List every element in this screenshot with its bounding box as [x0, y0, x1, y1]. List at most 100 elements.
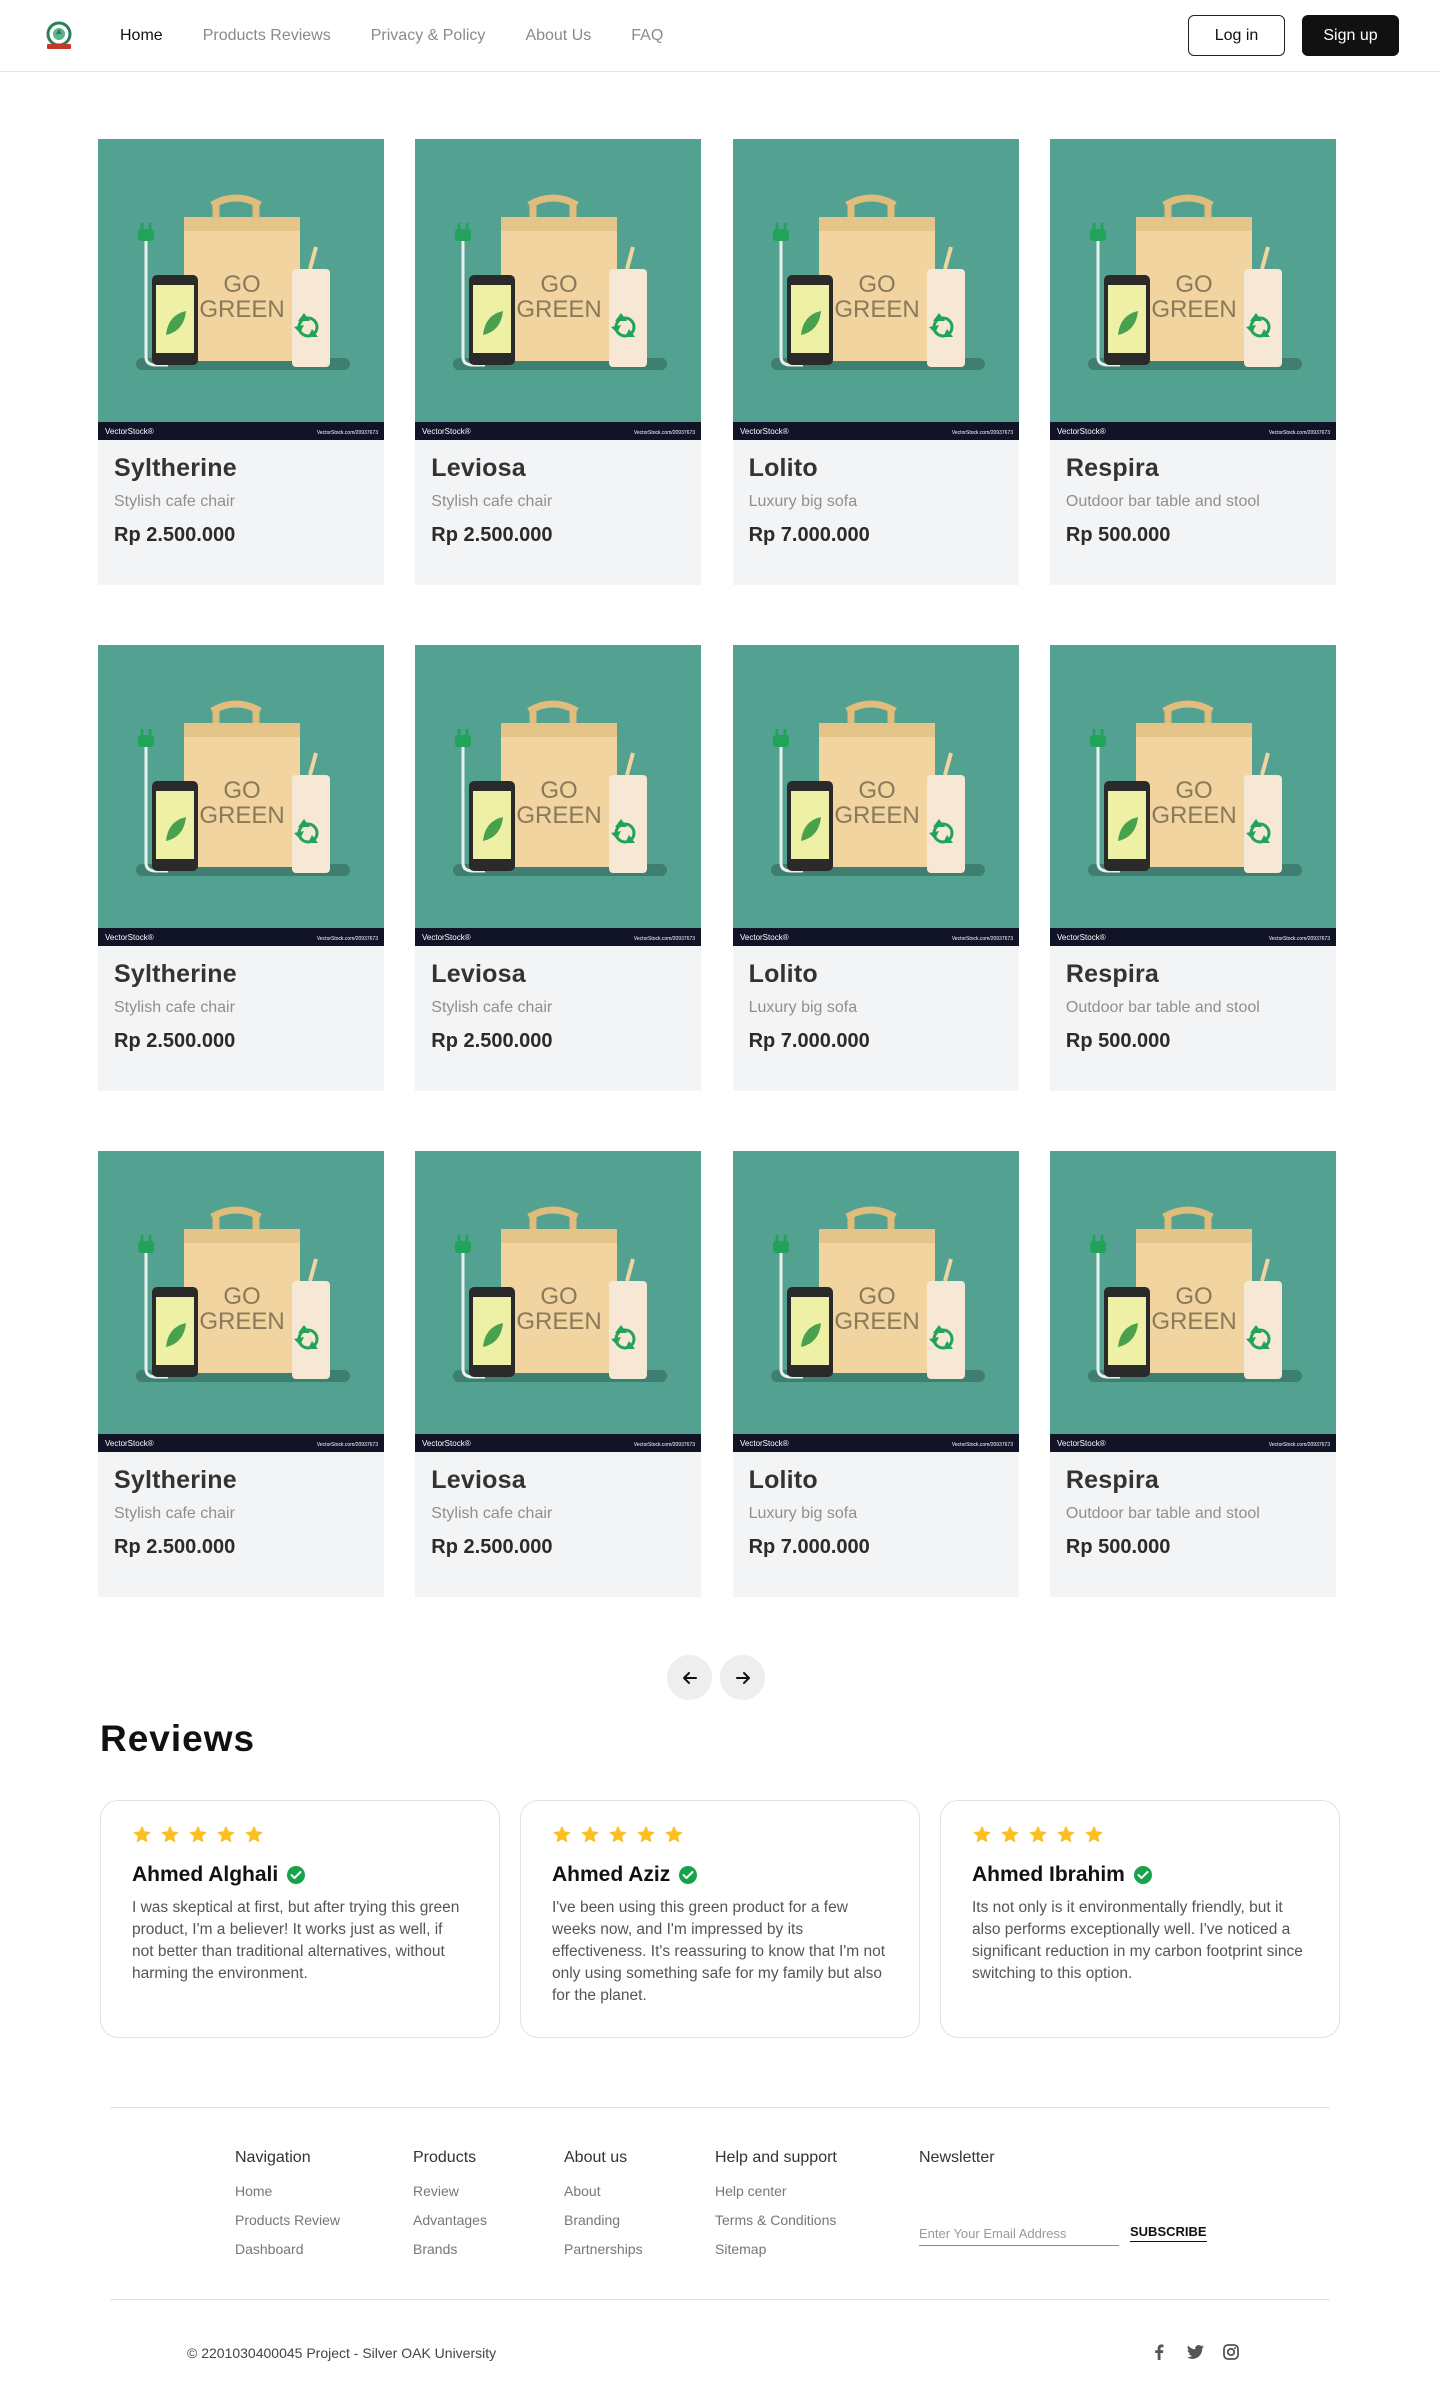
watermark-right: VectorStock.com/20937673: [634, 430, 695, 436]
arrow-left-icon: [682, 1671, 697, 1684]
footer-link-review[interactable]: Review: [413, 2177, 487, 2206]
product-price: Rp 2.500.000: [431, 524, 553, 546]
watermark-left: VectorStock®: [1057, 933, 1106, 942]
product-card[interactable]: GO GREEN VectorStock® VectorStock.com/20…: [415, 1151, 702, 1597]
go-text: GO: [1175, 271, 1212, 298]
star-icon: [188, 1825, 208, 1849]
green-text: GREEN: [1151, 296, 1236, 323]
review-text: Its not only is it environmentally frien…: [972, 1899, 1303, 1982]
star-icon: [1084, 1825, 1104, 1849]
footer-link-branding[interactable]: Branding: [564, 2206, 643, 2235]
green-text: GREEN: [199, 802, 284, 829]
footer-link-home[interactable]: Home: [235, 2177, 340, 2206]
footer-col-title: Navigation: [235, 2149, 311, 2166]
product-image: GO GREEN VectorStock® VectorStock.com/20…: [415, 139, 702, 440]
product-subtitle: Outdoor bar table and stool: [1065, 493, 1260, 510]
product-image: GO GREEN VectorStock® VectorStock.com/20…: [98, 645, 384, 946]
footer-link-help-center[interactable]: Help center: [715, 2177, 837, 2206]
social-links: [1150, 2343, 1240, 2361]
verified-icon: [287, 1866, 306, 1884]
product-info: Lolito Luxury big sofa Rp 7.000.000: [733, 946, 1019, 1053]
rating-stars: [552, 1825, 888, 1849]
product-name: Leviosa: [431, 1466, 526, 1494]
watermark-right: VectorStock.com/20937673: [317, 430, 378, 436]
star-icon: [244, 1825, 264, 1849]
footer-link-dashboard[interactable]: Dashboard: [235, 2235, 340, 2264]
product-card[interactable]: GO GREEN VectorStock® VectorStock.com/20…: [98, 645, 384, 1091]
logo-icon[interactable]: [42, 20, 76, 52]
footer-link-products-review[interactable]: Products Review: [235, 2206, 340, 2235]
product-info: Respira Outdoor bar table and stool Rp 5…: [1050, 1452, 1336, 1559]
product-card[interactable]: GO GREEN VectorStock® VectorStock.com/20…: [1049, 645, 1336, 1091]
product-price: Rp 7.000.000: [748, 524, 870, 546]
product-image: GO GREEN VectorStock® VectorStock.com/20…: [415, 645, 702, 946]
next-page-button[interactable]: [720, 1655, 765, 1700]
product-info: Respira Outdoor bar table and stool Rp 5…: [1050, 440, 1336, 547]
green-text: GREEN: [199, 1308, 284, 1335]
reviews-heading: Reviews: [100, 1718, 256, 1759]
product-card[interactable]: GO GREEN VectorStock® VectorStock.com/20…: [1049, 1151, 1336, 1597]
prev-page-button[interactable]: [667, 1655, 712, 1700]
star-icon: [608, 1825, 628, 1849]
product-card[interactable]: GO GREEN VectorStock® VectorStock.com/20…: [98, 139, 384, 585]
product-info: Leviosa Stylish cafe chair Rp 2.500.000: [415, 1452, 701, 1559]
subscribe-button[interactable]: SUBSCRIBE: [1130, 2224, 1207, 2242]
go-text: GO: [1175, 1283, 1212, 1310]
footer-col-title: Products: [413, 2149, 477, 2166]
green-text: GREEN: [1151, 802, 1236, 829]
arrow-right-icon: [735, 1671, 750, 1684]
instagram-icon[interactable]: [1222, 2343, 1240, 2361]
go-text: GO: [858, 271, 895, 298]
watermark-right: VectorStock.com/20937673: [951, 1442, 1012, 1448]
product-subtitle: Stylish cafe chair: [114, 1505, 235, 1522]
footer-col-products: Products Review Advantages Brands: [413, 2149, 487, 2264]
signup-button[interactable]: Sign up: [1302, 15, 1399, 56]
product-image: GO GREEN VectorStock® VectorStock.com/20…: [732, 1151, 1019, 1452]
product-card[interactable]: GO GREEN VectorStock® VectorStock.com/20…: [98, 1151, 384, 1597]
newsletter-email-input[interactable]: [919, 2222, 1119, 2246]
footer-link-sitemap[interactable]: Sitemap: [715, 2235, 837, 2264]
review-card: Ahmed Alghali I was skeptical at first, …: [100, 1800, 500, 2038]
footer-link-about[interactable]: About: [564, 2177, 643, 2206]
product-price: Rp 2.500.000: [431, 1536, 553, 1558]
go-text: GO: [541, 271, 578, 298]
login-button[interactable]: Log in: [1188, 15, 1285, 56]
nav-about-us[interactable]: About Us: [525, 27, 591, 45]
product-image: GO GREEN VectorStock® VectorStock.com/20…: [1049, 139, 1336, 440]
product-card[interactable]: GO GREEN VectorStock® VectorStock.com/20…: [415, 139, 702, 585]
product-image: GO GREEN VectorStock® VectorStock.com/20…: [732, 645, 1019, 946]
star-icon: [132, 1825, 152, 1849]
facebook-icon[interactable]: [1150, 2343, 1168, 2361]
product-name: Respira: [1065, 1466, 1160, 1494]
footer-link-advantages[interactable]: Advantages: [413, 2206, 487, 2235]
watermark-right: VectorStock.com/20937673: [951, 936, 1012, 942]
pagination: [667, 1655, 765, 1700]
reviewer-name: Ahmed Ibrahim: [972, 1863, 1125, 1886]
green-text: GREEN: [517, 1308, 602, 1335]
product-card[interactable]: GO GREEN VectorStock® VectorStock.com/20…: [732, 139, 1019, 585]
main-nav: Home Products Reviews Privacy & Policy A…: [120, 0, 663, 72]
product-card[interactable]: GO GREEN VectorStock® VectorStock.com/20…: [415, 645, 702, 1091]
green-text: GREEN: [834, 296, 919, 323]
product-info: Syltherine Stylish cafe chair Rp 2.500.0…: [98, 440, 384, 547]
watermark-left: VectorStock®: [740, 427, 789, 436]
star-icon: [580, 1825, 600, 1849]
footer-link-partnerships[interactable]: Partnerships: [564, 2235, 643, 2264]
footer-link-brands[interactable]: Brands: [413, 2235, 487, 2264]
nav-home[interactable]: Home: [120, 27, 163, 45]
watermark-left: VectorStock®: [740, 933, 789, 942]
twitter-icon[interactable]: [1186, 2343, 1204, 2361]
product-card[interactable]: GO GREEN VectorStock® VectorStock.com/20…: [732, 645, 1019, 1091]
product-price: Rp 7.000.000: [748, 1030, 870, 1052]
star-icon: [972, 1825, 992, 1849]
nav-products-reviews[interactable]: Products Reviews: [203, 27, 331, 45]
footer-link-terms[interactable]: Terms & Conditions: [715, 2206, 837, 2235]
product-card[interactable]: GO GREEN VectorStock® VectorStock.com/20…: [1049, 139, 1336, 585]
watermark-right: VectorStock.com/20937673: [1269, 936, 1330, 942]
footer-col-help: Help and support Help center Terms & Con…: [715, 2149, 837, 2264]
verified-icon: [679, 1866, 698, 1884]
product-card[interactable]: GO GREEN VectorStock® VectorStock.com/20…: [732, 1151, 1019, 1597]
product-info: Syltherine Stylish cafe chair Rp 2.500.0…: [98, 946, 384, 1053]
nav-faq[interactable]: FAQ: [631, 27, 663, 45]
nav-privacy-policy[interactable]: Privacy & Policy: [371, 27, 486, 45]
